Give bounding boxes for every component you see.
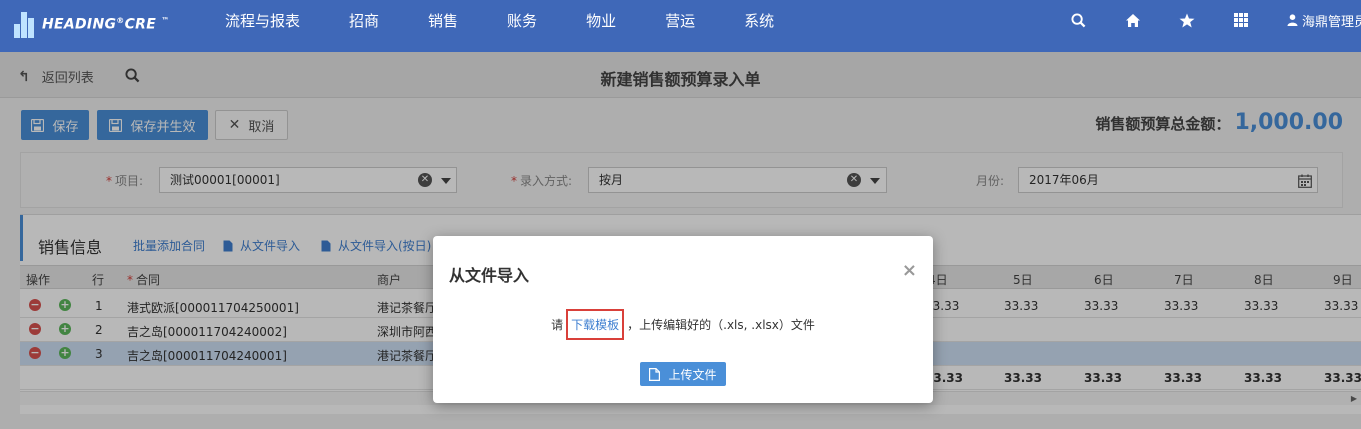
nav-item-sales[interactable]: 销售 bbox=[428, 10, 458, 31]
dialog-message: 请下载模板 ，上传编辑好的（.xls, .xlsx）文件 bbox=[433, 309, 933, 340]
import-from-file-dialog: 从文件导入 × 请下载模板 ，上传编辑好的（.xls, .xlsx）文件 上传文件 bbox=[433, 236, 933, 403]
logo-mark-icon bbox=[12, 10, 38, 38]
user-name: 海鼎管理员 bbox=[1301, 14, 1361, 30]
upload-file-button[interactable]: 上传文件 bbox=[640, 362, 726, 386]
main-nav: 流程与报表 招商 销售 账务 物业 营运 系统 bbox=[225, 0, 823, 40]
message-prefix: 请 bbox=[551, 318, 564, 332]
file-icon bbox=[649, 367, 661, 381]
user-menu[interactable]: 海鼎管理员 bbox=[1287, 11, 1361, 30]
nav-item-leasing[interactable]: 招商 bbox=[349, 10, 379, 31]
top-navbar: HEADING®CRE ™ 流程与报表 招商 销售 账务 物业 营运 系统 海鼎… bbox=[0, 0, 1361, 52]
search-icon[interactable] bbox=[1071, 12, 1087, 28]
upload-file-label: 上传文件 bbox=[668, 367, 717, 382]
star-icon[interactable] bbox=[1179, 12, 1195, 28]
nav-item-system[interactable]: 系统 bbox=[744, 10, 774, 31]
logo-text: HEADING®CRE ™ bbox=[42, 15, 170, 33]
user-icon bbox=[1287, 14, 1298, 26]
nav-item-property[interactable]: 物业 bbox=[586, 10, 616, 31]
nav-item-operations[interactable]: 营运 bbox=[665, 10, 695, 31]
download-template-link[interactable]: 下载模板 bbox=[566, 309, 625, 340]
dialog-title: 从文件导入 bbox=[449, 266, 530, 285]
close-icon[interactable]: × bbox=[902, 262, 917, 280]
message-suffix: ，上传编辑好的（.xls, .xlsx）文件 bbox=[627, 318, 815, 332]
nav-item-reports[interactable]: 流程与报表 bbox=[225, 10, 300, 31]
top-icons: 海鼎管理员 bbox=[1071, 0, 1361, 40]
home-icon[interactable] bbox=[1125, 12, 1141, 28]
logo[interactable]: HEADING®CRE ™ bbox=[12, 8, 170, 40]
apps-grid-icon[interactable] bbox=[1233, 12, 1249, 28]
nav-item-accounts[interactable]: 账务 bbox=[507, 10, 537, 31]
